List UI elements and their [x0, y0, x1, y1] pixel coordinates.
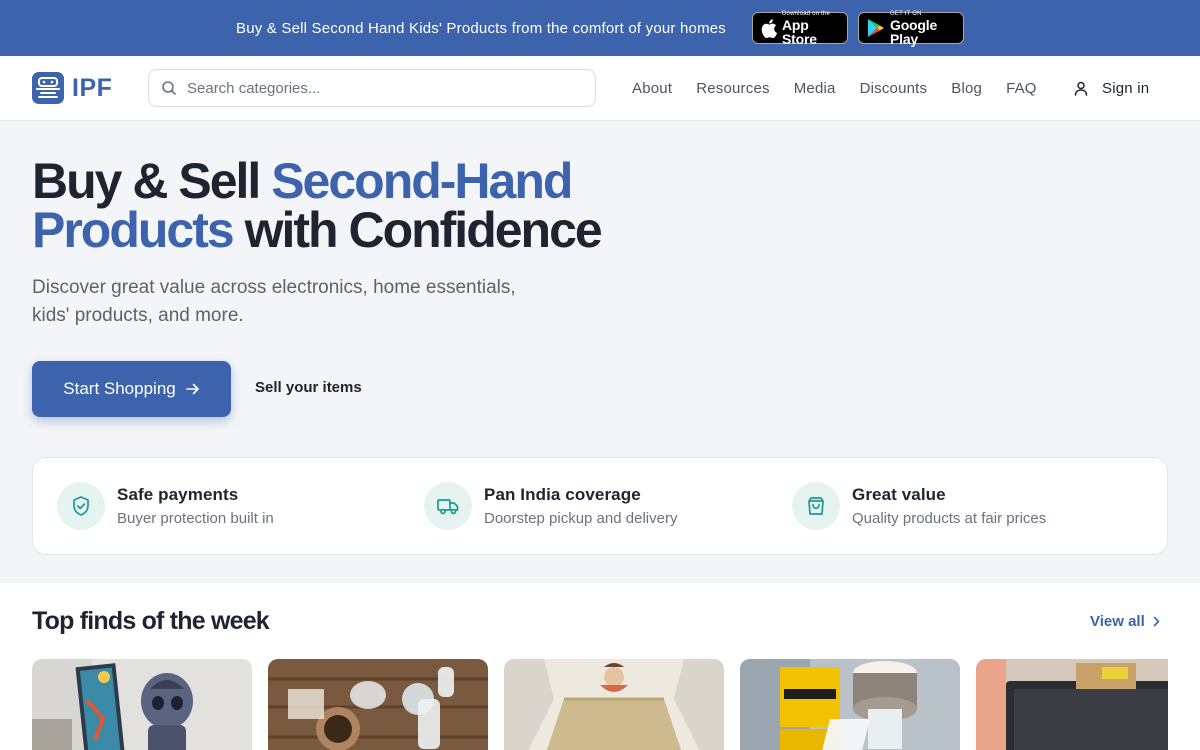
search-input[interactable] — [187, 79, 567, 97]
shopping-bag-icon — [792, 482, 840, 530]
feature-title: Safe payments — [117, 485, 239, 504]
view-all-label: View all — [1090, 613, 1145, 630]
product-image — [504, 659, 724, 750]
feature-pan-india: Pan India coverage Doorstep pickup and d… — [424, 482, 677, 530]
banner-text: Buy & Sell Second Hand Kids' Products fr… — [235, 19, 727, 37]
chevron-right-icon — [1153, 616, 1160, 627]
feature-desc: Doorstep pickup and delivery — [484, 510, 678, 527]
google-play-badge[interactable]: GET IT ON Google Play — [858, 10, 965, 47]
product-image — [976, 659, 1168, 750]
nav-about[interactable]: About — [632, 80, 672, 97]
product-card-kids-dress[interactable] — [504, 659, 724, 750]
product-card-medela-pump[interactable] — [740, 659, 960, 750]
logo[interactable]: IPF — [32, 72, 112, 104]
feature-title: Great value — [852, 485, 946, 504]
google-play-big: Google Play — [890, 16, 938, 47]
feature-safe-payments: Safe payments Buyer protection built in — [57, 482, 274, 530]
nav-resources[interactable]: Resources — [696, 80, 770, 97]
sign-in-button[interactable]: Sign in — [1074, 56, 1149, 121]
logo-mark-icon — [32, 72, 64, 104]
feature-title: Pan India coverage — [484, 485, 641, 504]
feature-desc: Buyer protection built in — [117, 510, 274, 527]
search-bar[interactable] — [148, 69, 596, 107]
feature-great-value: Great value Quality products at fair pri… — [792, 482, 1046, 530]
app-store-big: App Store — [782, 16, 817, 47]
hero-section: Buy & Sell Second-Hand Products with Con… — [0, 121, 1200, 583]
feature-desc: Quality products at fair prices — [852, 510, 1047, 527]
nav-blog[interactable]: Blog — [951, 80, 982, 97]
product-card-laptop[interactable] — [976, 659, 1168, 750]
product-image — [32, 659, 252, 750]
app-store-small: Download on the — [782, 10, 831, 17]
truck-icon — [424, 482, 472, 530]
sign-in-label: Sign in — [1102, 80, 1150, 97]
search-icon — [161, 80, 177, 96]
hero-title-part1: Buy & Sell — [32, 153, 272, 209]
start-shopping-button[interactable]: Start Shopping — [32, 361, 231, 417]
nav-discounts[interactable]: Discounts — [860, 80, 928, 97]
nav-media[interactable]: Media — [794, 80, 836, 97]
features-card: Safe payments Buyer protection built in … — [32, 457, 1168, 555]
google-play-small: GET IT ON — [890, 10, 922, 17]
site-header: IPF About Resources Media Discounts Blog… — [0, 56, 1200, 121]
top-banner: Buy & Sell Second Hand Kids' Products fr… — [0, 0, 1200, 56]
product-carousel — [32, 659, 1168, 750]
top-finds-title: Top finds of the week — [32, 607, 270, 635]
hero-title: Buy & Sell Second-Hand Products with Con… — [32, 156, 672, 258]
app-store-badge[interactable]: Download on the App Store — [752, 10, 849, 47]
product-card-pump-parts[interactable] — [268, 659, 488, 750]
start-shopping-label: Start Shopping — [63, 379, 176, 398]
arrow-right-icon — [185, 383, 200, 395]
product-image — [268, 659, 488, 750]
google-play-icon — [867, 18, 885, 38]
user-icon — [1074, 81, 1088, 96]
view-all-link[interactable]: View all — [1090, 613, 1160, 630]
sell-items-link[interactable]: Sell your items — [255, 379, 362, 396]
hero-subtitle: Discover great value across electronics,… — [32, 277, 516, 326]
nav-faq[interactable]: FAQ — [1006, 80, 1037, 97]
main-nav: About Resources Media Discounts Blog FAQ — [620, 56, 1049, 121]
product-card-toy-figure[interactable] — [32, 659, 252, 750]
apple-icon — [761, 18, 778, 38]
shield-check-icon — [57, 482, 105, 530]
hero-title-part2: with Confidence — [232, 202, 603, 258]
product-image — [740, 659, 960, 750]
logo-text: IPF — [72, 73, 113, 102]
